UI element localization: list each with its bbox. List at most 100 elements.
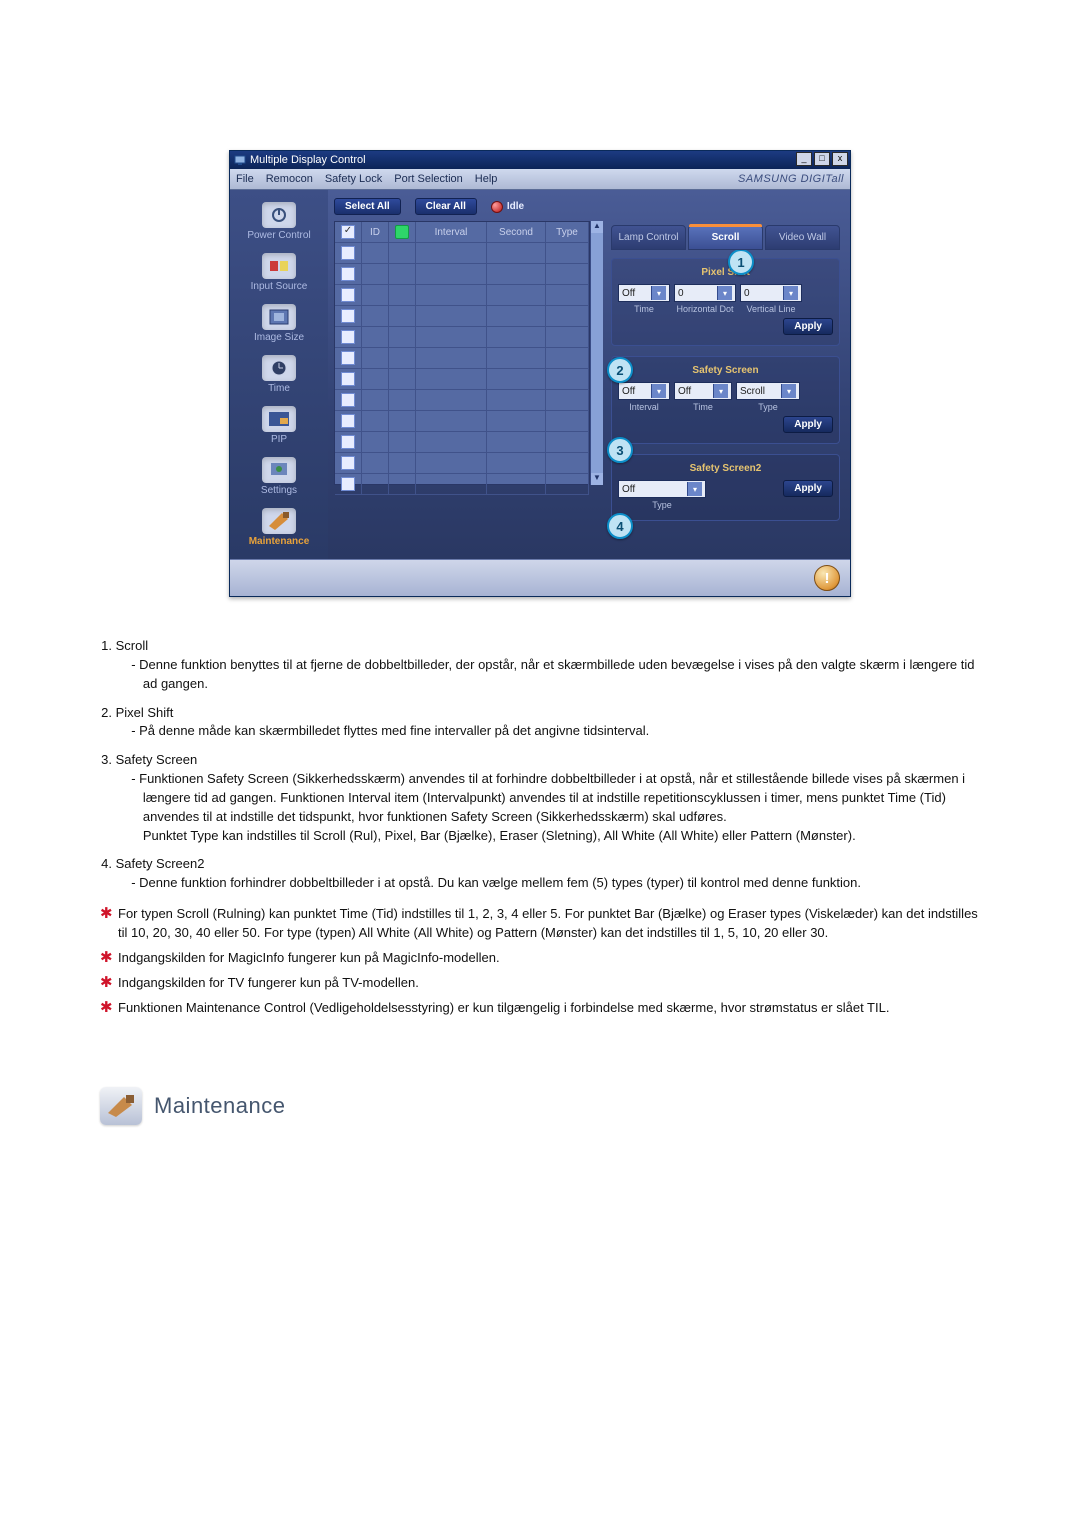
sidebar-item-label: PIP: [230, 434, 328, 445]
grid-col-id[interactable]: ID: [362, 222, 389, 242]
table-row[interactable]: [335, 474, 589, 495]
sidebar-item-power[interactable]: Power Control: [230, 198, 328, 249]
safety-screen-time-select[interactable]: Off▾: [674, 382, 732, 400]
time-icon: [262, 355, 296, 381]
power-icon: [262, 202, 296, 228]
row-checkbox[interactable]: [341, 372, 355, 386]
row-checkbox[interactable]: [341, 267, 355, 281]
table-row[interactable]: [335, 243, 589, 264]
status-bar: !: [230, 559, 850, 596]
sidebar-item-label: Settings: [230, 485, 328, 496]
input-icon: [262, 253, 296, 279]
section-heading: Maintenance: [100, 1087, 980, 1125]
row-checkbox[interactable]: [341, 246, 355, 260]
safety-screen2-apply-button[interactable]: Apply: [783, 480, 833, 497]
note-item: Safety Screen2- Denne funktion forhindre…: [116, 855, 980, 893]
table-row[interactable]: [335, 432, 589, 453]
pixel-shift-time-select[interactable]: Off▾: [618, 284, 670, 302]
sidebar-item-time[interactable]: Time: [230, 351, 328, 402]
notes-section: Scroll- Denne funktion benyttes til at f…: [100, 637, 980, 1017]
scroll-down-icon[interactable]: ▼: [591, 473, 603, 485]
safety-screen-group: Safety Screen Off▾ Interval: [611, 356, 840, 444]
table-row[interactable]: [335, 327, 589, 348]
chevron-down-icon: ▾: [713, 384, 728, 398]
safety-screen-type-select[interactable]: Scroll▾: [736, 382, 800, 400]
sidebar-item-settings[interactable]: Settings: [230, 453, 328, 504]
maintenance-icon: [262, 508, 296, 534]
safety-screen-interval-select[interactable]: Off▾: [618, 382, 670, 400]
note-item: Pixel Shift- På denne måde kan skærmbill…: [116, 704, 980, 742]
table-row[interactable]: [335, 306, 589, 327]
maintenance-section-icon: [100, 1087, 142, 1125]
safety-screen2-type-select[interactable]: Off▾: [618, 480, 706, 498]
safety-screen-apply-button[interactable]: Apply: [783, 416, 833, 433]
tab-video-wall[interactable]: Video Wall: [765, 225, 840, 250]
menu-help[interactable]: Help: [475, 173, 498, 185]
pixel-shift-title: Pixel Shift: [618, 267, 833, 278]
menu-file[interactable]: File: [236, 173, 254, 185]
sidebar-item-maintenance[interactable]: Maintenance: [230, 504, 328, 555]
safety-screen-title: Safety Screen: [618, 365, 833, 376]
window-minimize-button[interactable]: _: [796, 152, 812, 166]
row-checkbox[interactable]: [341, 351, 355, 365]
info-icon[interactable]: !: [814, 565, 840, 591]
main-area: Select All Clear All Idle ✓ ID: [328, 190, 850, 559]
row-checkbox[interactable]: [341, 477, 355, 491]
chevron-down-icon: ▾: [687, 482, 702, 496]
note-title: Scroll: [116, 637, 980, 656]
row-checkbox[interactable]: [341, 288, 355, 302]
select-all-button[interactable]: Select All: [334, 198, 401, 215]
pixel-shift-apply-button[interactable]: Apply: [783, 318, 833, 335]
menu-port-selection[interactable]: Port Selection: [394, 173, 462, 185]
note-body: - Funktionen Safety Screen (Sikkerhedssk…: [131, 770, 980, 845]
tab-lamp-control[interactable]: Lamp Control: [611, 225, 686, 250]
sidebar-item-image[interactable]: Image Size: [230, 300, 328, 351]
table-row[interactable]: [335, 390, 589, 411]
pixel-shift-hdot-select[interactable]: 0▾: [674, 284, 736, 302]
menu-safety-lock[interactable]: Safety Lock: [325, 173, 382, 185]
table-row[interactable]: [335, 369, 589, 390]
row-checkbox[interactable]: [341, 330, 355, 344]
pip-icon: [262, 406, 296, 432]
callout-1: 1: [728, 249, 754, 275]
right-panel: 1 2 3 4 Lamp Control Scroll Video Wall P…: [607, 221, 844, 535]
menu-remocon[interactable]: Remocon: [266, 173, 313, 185]
scroll-up-icon[interactable]: ▲: [591, 221, 603, 233]
table-row[interactable]: [335, 411, 589, 432]
note-title: Pixel Shift: [116, 704, 980, 723]
pixel-shift-vline-select[interactable]: 0▾: [740, 284, 802, 302]
row-checkbox[interactable]: [341, 414, 355, 428]
row-checkbox[interactable]: [341, 309, 355, 323]
pixel-shift-group: Pixel Shift Off▾ Time: [611, 258, 840, 346]
footnote: Indgangskilden for TV fungerer kun på TV…: [100, 974, 980, 993]
note-title: Safety Screen: [116, 751, 980, 770]
table-row[interactable]: [335, 264, 589, 285]
section-title: Maintenance: [154, 1093, 285, 1119]
row-checkbox[interactable]: [341, 456, 355, 470]
table-row[interactable]: [335, 348, 589, 369]
table-row[interactable]: [335, 453, 589, 474]
sidebar-item-input[interactable]: Input Source: [230, 249, 328, 300]
window-maximize-button[interactable]: □: [814, 152, 830, 166]
chevron-down-icon: ▾: [783, 286, 798, 300]
row-checkbox[interactable]: [341, 393, 355, 407]
row-checkbox[interactable]: [341, 435, 355, 449]
header-checkbox[interactable]: ✓: [341, 225, 355, 239]
grid-col-interval[interactable]: Interval: [416, 222, 487, 242]
note-body: - Denne funktion forhindrer dobbeltbille…: [131, 874, 980, 893]
sidebar-item-pip[interactable]: PIP: [230, 402, 328, 453]
window-close-button[interactable]: x: [832, 152, 848, 166]
tab-scroll[interactable]: Scroll: [688, 225, 763, 250]
note-title: Safety Screen2: [116, 855, 980, 874]
grid-scrollbar[interactable]: ▲ ▼: [590, 221, 603, 485]
sidebar-item-label: Time: [230, 383, 328, 394]
table-row[interactable]: [335, 285, 589, 306]
sidebar: Power Control Input Source Image Size: [230, 190, 328, 559]
grid-col-second[interactable]: Second: [487, 222, 546, 242]
sidebar-item-label: Power Control: [230, 230, 328, 241]
right-tabs: Lamp Control Scroll Video Wall: [611, 225, 840, 250]
idle-dot-icon: [491, 201, 503, 213]
grid-col-type[interactable]: Type: [546, 222, 589, 242]
clear-all-button[interactable]: Clear All: [415, 198, 477, 215]
title-bar: Multiple Display Control _ □ x: [230, 151, 850, 169]
